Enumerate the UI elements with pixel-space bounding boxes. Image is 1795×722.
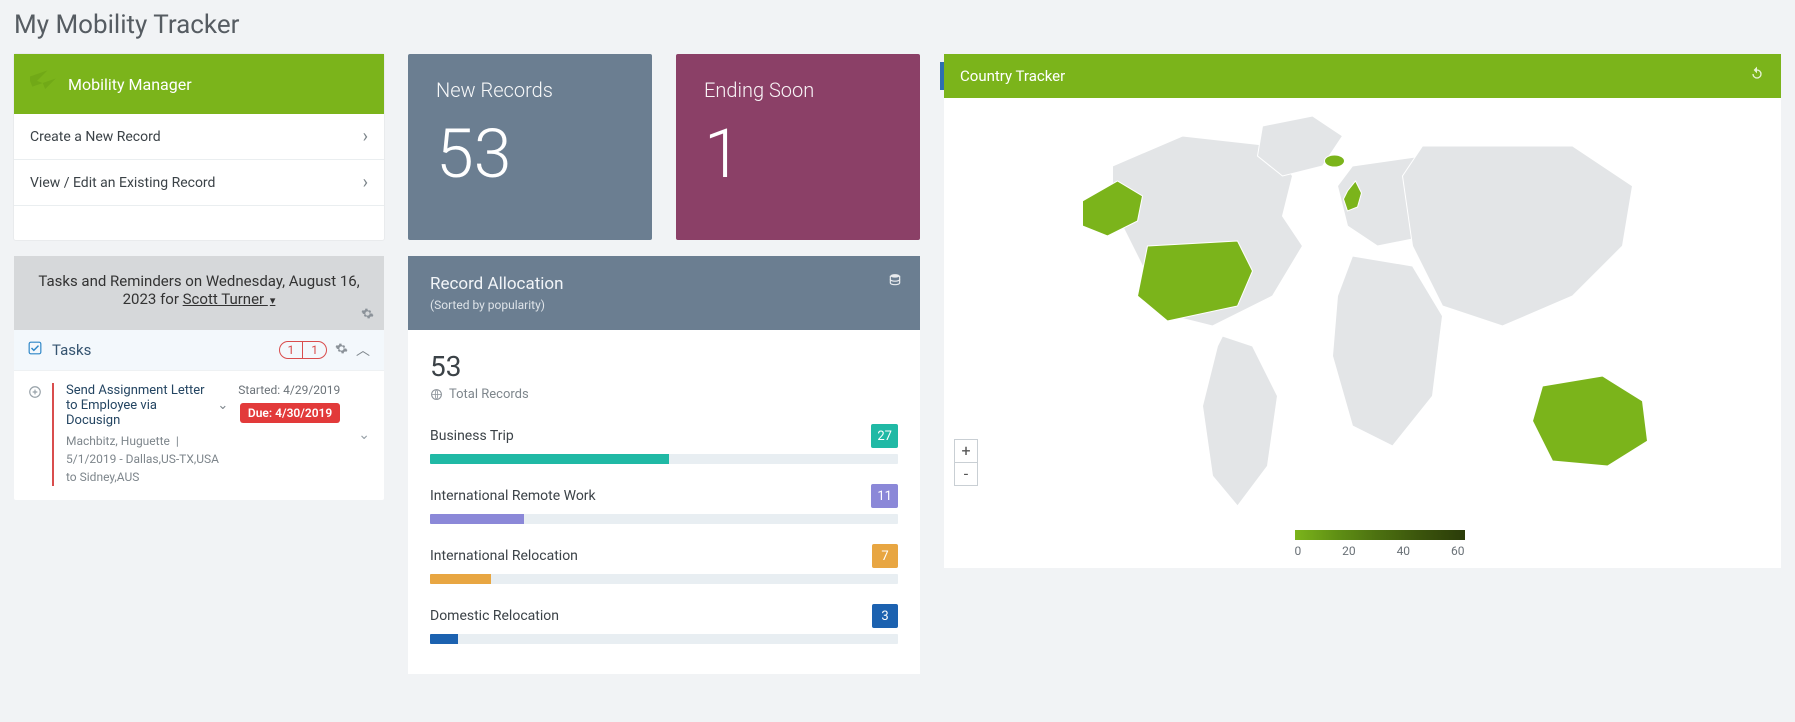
world-map-svg bbox=[952, 106, 1773, 536]
allocation-bar bbox=[430, 574, 898, 584]
tasks-header: Tasks and Reminders on Wednesday, August… bbox=[14, 256, 384, 330]
allocation-item-label: International Remote Work bbox=[430, 488, 596, 504]
task-title[interactable]: Send Assignment Letter to Employee via D… bbox=[66, 383, 228, 428]
allocation-item-count: 3 bbox=[872, 604, 898, 628]
refresh-icon[interactable] bbox=[1749, 66, 1765, 86]
tasks-card: Tasks and Reminders on Wednesday, August… bbox=[14, 256, 384, 500]
tasks-user-name: Scott Turner bbox=[183, 290, 268, 308]
world-map[interactable]: + - 0 20 40 60 bbox=[944, 98, 1781, 568]
allocation-item-count: 27 bbox=[871, 424, 898, 448]
chevron-up-icon[interactable]: ︿ bbox=[356, 340, 370, 360]
page-title: My Mobility Tracker bbox=[14, 10, 1781, 40]
legend-tick: 40 bbox=[1397, 544, 1411, 558]
tasks-section-bar[interactable]: Tasks 1 1 ︿ bbox=[14, 330, 384, 370]
tile-label: New Records bbox=[436, 78, 624, 102]
tasks-count-b: 1 bbox=[303, 342, 326, 358]
tasks-section-label: Tasks bbox=[52, 341, 91, 359]
mm-link-view-edit[interactable]: View / Edit an Existing Record › bbox=[14, 160, 384, 206]
overdue-indicator bbox=[52, 383, 54, 486]
database-icon bbox=[888, 272, 902, 292]
tasks-user-dropdown[interactable]: Scott Turner ▾ bbox=[183, 290, 276, 308]
map-legend: 0 20 40 60 bbox=[1295, 530, 1465, 558]
mobility-manager-header: Mobility Manager bbox=[14, 54, 384, 114]
mobility-manager-title: Mobility Manager bbox=[68, 75, 192, 94]
mm-link-label: Create a New Record bbox=[30, 129, 161, 145]
allocation-list: Business Trip 27 International Remote Work… bbox=[430, 424, 898, 644]
allocation-item[interactable]: International Relocation 7 bbox=[430, 544, 898, 584]
mm-link-label: View / Edit an Existing Record bbox=[30, 175, 215, 191]
allocation-subtitle: (Sorted by popularity) bbox=[430, 298, 898, 312]
country-tracker-card: Country Tracker bbox=[944, 54, 1781, 568]
allocation-item-count: 11 bbox=[871, 484, 898, 508]
legend-gradient bbox=[1295, 530, 1465, 540]
allocation-bar bbox=[430, 454, 898, 464]
tile-ending-soon[interactable]: Ending Soon 1 bbox=[676, 54, 920, 240]
map-zoom-control: + - bbox=[954, 439, 978, 486]
globe-icon bbox=[430, 388, 443, 401]
country-tracker-title: Country Tracker bbox=[960, 67, 1065, 85]
record-allocation-card: Record Allocation (Sorted by popularity)… bbox=[408, 256, 920, 674]
task-due-badge: Due: 4/30/2019 bbox=[240, 403, 340, 423]
tasks-count-pill: 1 1 bbox=[279, 341, 328, 359]
allocation-item-label: Business Trip bbox=[430, 428, 514, 444]
allocation-item[interactable]: International Remote Work 11 bbox=[430, 484, 898, 524]
allocation-bar bbox=[430, 514, 898, 524]
allocation-item[interactable]: Domestic Relocation 3 bbox=[430, 604, 898, 644]
tasks-count-a: 1 bbox=[280, 342, 304, 358]
allocation-total-value: 53 bbox=[430, 350, 898, 383]
allocation-total-label: Total Records bbox=[430, 387, 898, 402]
task-person: Machbitz, Huguette bbox=[66, 434, 170, 448]
allocation-item-label: Domestic Relocation bbox=[430, 608, 559, 624]
mobility-manager-card: Mobility Manager Create a New Record › V… bbox=[14, 54, 384, 240]
allocation-bar bbox=[430, 634, 898, 644]
chevron-right-icon: › bbox=[363, 126, 368, 147]
legend-tick: 0 bbox=[1295, 544, 1302, 558]
tile-value: 53 bbox=[436, 120, 624, 188]
gear-icon[interactable] bbox=[335, 341, 348, 359]
task-started: Started: 4/29/2019 bbox=[238, 383, 340, 397]
tile-label: Ending Soon bbox=[704, 78, 892, 102]
legend-tick: 20 bbox=[1342, 544, 1356, 558]
gear-icon[interactable] bbox=[361, 307, 374, 324]
allocation-item[interactable]: Business Trip 27 bbox=[430, 424, 898, 464]
zoom-out-button[interactable]: - bbox=[955, 463, 977, 485]
checkbox-checked-icon bbox=[28, 341, 42, 359]
task-meta: Machbitz, Huguette | 5/1/2019 - Dallas,U… bbox=[66, 432, 228, 486]
chevron-right-icon: › bbox=[363, 172, 368, 193]
task-details: 5/1/2019 - Dallas,US-TX,USA to Sidney,AU… bbox=[66, 452, 219, 484]
tile-value: 1 bbox=[704, 120, 892, 188]
allocation-item-label: International Relocation bbox=[430, 548, 578, 564]
mm-link-create[interactable]: Create a New Record › bbox=[14, 114, 384, 160]
allocation-item-count: 7 bbox=[872, 544, 898, 568]
caret-down-icon: ▾ bbox=[270, 294, 276, 307]
zoom-in-button[interactable]: + bbox=[955, 440, 977, 463]
country-tracker-header: Country Tracker bbox=[944, 54, 1781, 98]
legend-tick: 60 bbox=[1451, 544, 1465, 558]
radio-add-icon[interactable] bbox=[28, 385, 42, 403]
chevron-down-icon[interactable]: ⌄ bbox=[358, 427, 370, 443]
accent-bar bbox=[940, 62, 944, 90]
allocation-title: Record Allocation bbox=[430, 274, 898, 294]
chevron-down-icon: ⌄ bbox=[217, 398, 228, 413]
allocation-total-label-text: Total Records bbox=[449, 387, 529, 402]
tile-new-records[interactable]: New Records 53 bbox=[408, 54, 652, 240]
task-row[interactable]: Send Assignment Letter to Employee via D… bbox=[14, 370, 384, 500]
task-title-text: Send Assignment Letter to Employee via D… bbox=[66, 383, 213, 428]
allocation-header: Record Allocation (Sorted by popularity) bbox=[408, 256, 920, 330]
plane-icon bbox=[30, 68, 58, 100]
